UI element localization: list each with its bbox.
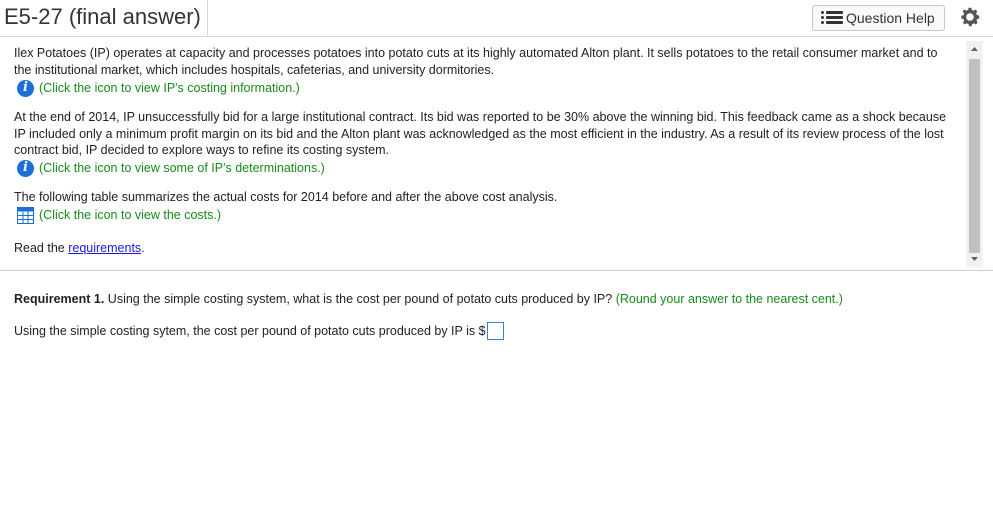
info-icon[interactable]: i	[17, 79, 34, 97]
scroll-down-arrow-icon[interactable]	[966, 250, 983, 267]
scroll-thumb[interactable]	[969, 59, 980, 253]
read-requirements-line: Read the requirements.	[14, 240, 954, 257]
requirement-1: Requirement 1. Using the simple costing …	[14, 291, 843, 307]
list-icon	[821, 10, 843, 26]
header-bar: E5-27 (final answer) Question Help	[0, 0, 993, 37]
question-help-label: Question Help	[846, 10, 935, 26]
page-title: E5-27 (final answer)	[4, 4, 201, 29]
costing-info-link[interactable]: i (Click the icon to view IP's costing i…	[14, 78, 954, 98]
determinations-info-link[interactable]: i (Click the icon to view some of IP's d…	[14, 159, 954, 179]
read-prefix: Read the	[14, 241, 69, 255]
cost-per-pound-input[interactable]	[486, 322, 504, 340]
scrollbar[interactable]	[966, 41, 983, 267]
problem-panel: Ilex Potatoes (IP) operates at capacity …	[0, 37, 993, 271]
determinations-info-label: (Click the icon to view some of IP's det…	[39, 161, 325, 176]
paragraph-table: The following table summarizes the actua…	[14, 189, 558, 204]
rounding-hint: (Round your answer to the nearest cent.)	[615, 292, 843, 306]
table-icon[interactable]	[17, 206, 34, 224]
costs-table-link[interactable]: (Click the icon to view the costs.)	[14, 205, 954, 225]
costing-info-label: (Click the icon to view IP's costing inf…	[39, 80, 300, 95]
answer-prefix: Using the simple costing sytem, the cost…	[14, 324, 486, 338]
question-help-button[interactable]: Question Help	[812, 5, 945, 31]
requirement-label: Requirement 1.	[14, 292, 105, 306]
requirement-text: Using the simple costing system, what is…	[104, 292, 616, 306]
info-icon[interactable]: i	[17, 160, 34, 177]
scroll-up-arrow-icon[interactable]	[966, 41, 983, 58]
paragraph-bid: At the end of 2014, IP unsuccessfully bi…	[14, 110, 947, 157]
read-suffix: .	[141, 241, 145, 255]
requirements-link[interactable]: requirements	[68, 241, 141, 255]
problem-content: Ilex Potatoes (IP) operates at capacity …	[14, 45, 954, 257]
costs-table-label: (Click the icon to view the costs.)	[39, 207, 222, 222]
title-divider	[207, 0, 208, 36]
paragraph-intro: Ilex Potatoes (IP) operates at capacity …	[14, 46, 938, 77]
answer-line: Using the simple costing sytem, the cost…	[14, 322, 504, 340]
gear-icon[interactable]	[958, 5, 982, 29]
